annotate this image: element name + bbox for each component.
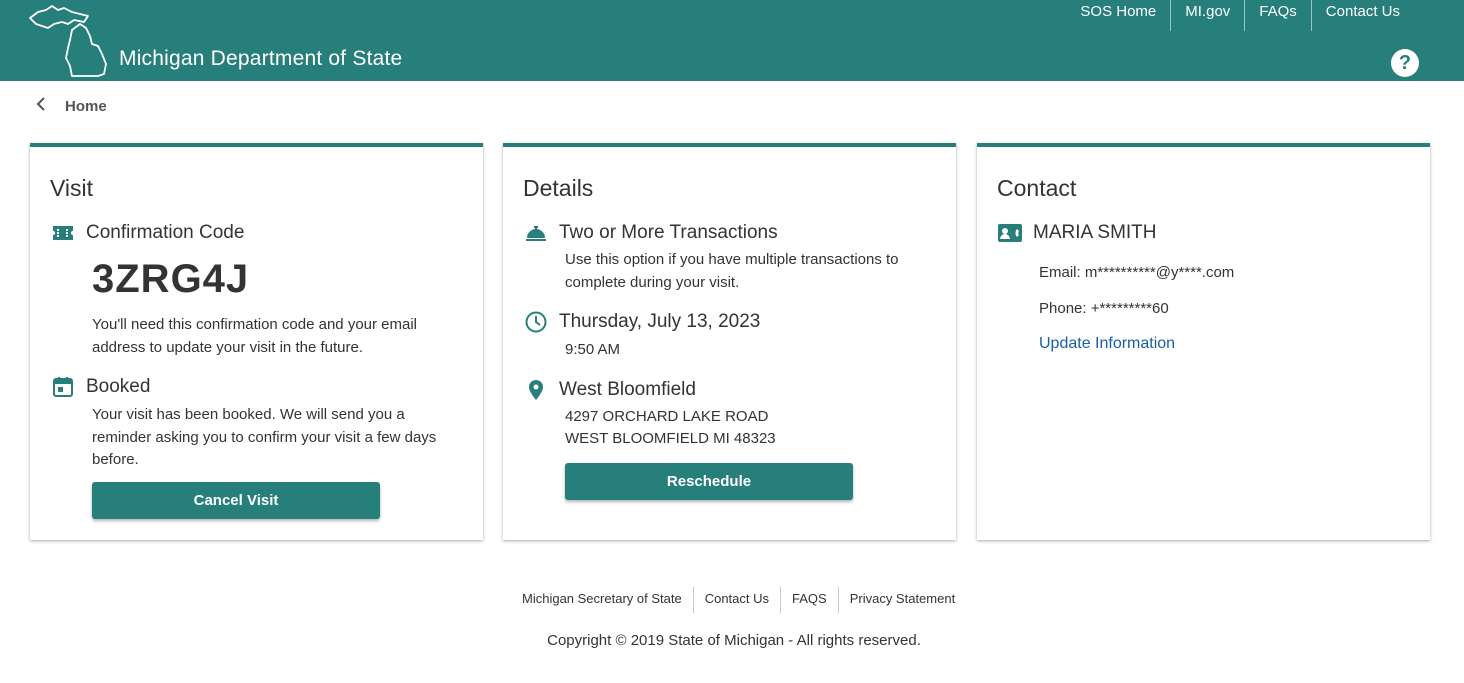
footer-link-contact[interactable]: Contact Us bbox=[692, 587, 780, 613]
michigan-map-icon[interactable] bbox=[28, 4, 114, 78]
update-information-link[interactable]: Update Information bbox=[1039, 335, 1175, 353]
service-note: Use this option if you have multiple tra… bbox=[565, 251, 899, 291]
details-heading: Details bbox=[523, 175, 594, 201]
location-pin-icon bbox=[529, 380, 543, 400]
breadcrumb-home-link[interactable]: Home bbox=[65, 98, 107, 115]
reschedule-button[interactable]: Reschedule bbox=[565, 463, 853, 500]
contact-heading: Contact bbox=[997, 175, 1077, 201]
contact-name: MARIA SMITH bbox=[1033, 222, 1157, 243]
nav-mi-gov[interactable]: MI.gov bbox=[1170, 0, 1244, 31]
copyright: Copyright © 2019 State of Michigan - All… bbox=[547, 632, 921, 649]
breadcrumb: Home bbox=[36, 97, 107, 116]
footer-link-sos[interactable]: Michigan Secretary of State bbox=[511, 587, 693, 613]
ticket-icon bbox=[53, 226, 73, 240]
visit-heading: Visit bbox=[50, 175, 94, 201]
visit-card: Visit Confirmation Code 3ZRG4J You'll ne… bbox=[30, 143, 483, 540]
clock-icon bbox=[525, 311, 547, 333]
chevron-left-icon[interactable] bbox=[36, 97, 48, 116]
contact-email: Email: m**********@y****.com bbox=[1039, 264, 1235, 281]
confirmation-code-label: Confirmation Code bbox=[86, 222, 245, 243]
location-name: West Bloomfield bbox=[559, 379, 696, 400]
site-header: Michigan Department of State SOS Home MI… bbox=[0, 0, 1464, 81]
details-card: Details Two or More Transactions Use thi… bbox=[503, 143, 956, 540]
confirmation-code: 3ZRG4J bbox=[92, 257, 250, 301]
contact-card-icon bbox=[998, 224, 1022, 242]
service-title: Two or More Transactions bbox=[559, 222, 778, 243]
nav-faqs[interactable]: FAQs bbox=[1244, 0, 1311, 31]
booked-note: Your visit has been booked. We will send… bbox=[92, 406, 437, 468]
site-title: Michigan Department of State bbox=[119, 47, 403, 70]
help-icon[interactable]: ? bbox=[1391, 49, 1419, 77]
appointment-time: 9:50 AM bbox=[565, 341, 621, 358]
footer-link-faqs[interactable]: FAQS bbox=[780, 587, 838, 613]
address-line2: WEST BLOOMFIELD MI 48323 bbox=[565, 430, 776, 447]
nav-sos-home[interactable]: SOS Home bbox=[1066, 0, 1170, 31]
confirmation-note: You'll need this confirmation code and y… bbox=[92, 316, 418, 356]
nav-contact-us[interactable]: Contact Us bbox=[1310, 0, 1414, 31]
footer-links: Michigan Secretary of State Contact Us F… bbox=[511, 587, 966, 613]
cancel-visit-button[interactable]: Cancel Visit bbox=[92, 482, 380, 519]
calendar-icon bbox=[53, 377, 73, 397]
appointment-date: Thursday, July 13, 2023 bbox=[559, 311, 761, 332]
contact-phone: Phone: +*********60 bbox=[1039, 300, 1169, 317]
address-line1: 4297 ORCHARD LAKE ROAD bbox=[565, 408, 769, 425]
booked-status: Booked bbox=[86, 376, 151, 397]
footer-link-privacy[interactable]: Privacy Statement bbox=[837, 587, 967, 613]
contact-card: Contact MARIA SMITH Email: m**********@y… bbox=[977, 143, 1430, 540]
top-nav: SOS Home MI.gov FAQs Contact Us bbox=[1066, 0, 1414, 31]
service-bell-icon bbox=[526, 226, 546, 241]
